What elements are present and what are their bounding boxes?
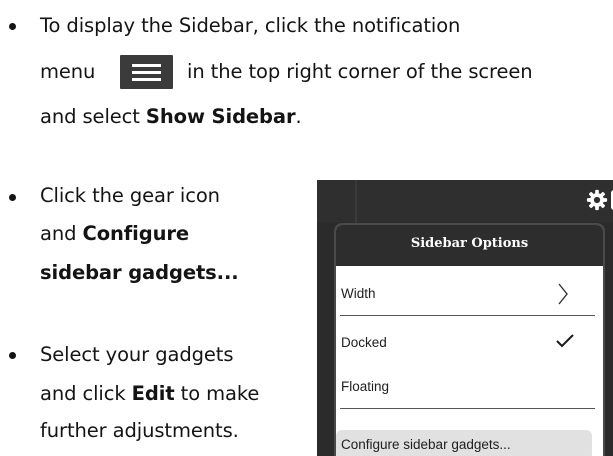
step-3-line-2: and click Edit to make	[40, 382, 260, 405]
sidebar-options-popup: Sidebar Options Width Docked Floating Co…	[334, 223, 605, 456]
hamburger-menu-icon	[120, 55, 173, 89]
option-width[interactable]: Width	[341, 286, 376, 301]
show-sidebar-text: Show Sidebar	[145, 105, 296, 128]
step-3-line-1: Select your gadgets	[40, 343, 234, 366]
edit-text: Edit	[131, 382, 175, 405]
configure-sidebar-gadgets-item[interactable]: Configure sidebar gadgets...	[336, 430, 592, 456]
checkmark-icon	[556, 334, 574, 348]
step-2-line-1: Click the gear icon	[40, 184, 220, 207]
step-3-line-3: further adjustments.	[40, 419, 239, 442]
step-1-line-1: To display the Sidebar, click the notifi…	[40, 14, 461, 37]
step-2-line-3: sidebar gadgets...	[40, 260, 239, 286]
bullet-step-1	[9, 23, 16, 30]
configure-text: Configure	[82, 222, 190, 245]
step-1-line-3: and select Show Sidebar.	[40, 105, 302, 128]
gear-icon[interactable]	[586, 189, 608, 211]
sidebar-options-screenshot: Sidebar Options Width Docked Floating Co…	[317, 180, 613, 456]
configure-sidebar-gadgets-label: Configure sidebar gadgets...	[341, 437, 511, 452]
bullet-step-3	[9, 352, 16, 359]
separator	[340, 315, 595, 316]
step-1-line-2b: in the top right corner of the screen	[187, 60, 533, 83]
bullet-step-2	[9, 194, 16, 201]
option-floating[interactable]: Floating	[341, 379, 389, 394]
sidebar-gadgets-text: sidebar gadgets...	[40, 261, 239, 284]
sidebar-topbar	[317, 180, 613, 222]
step-1-line-2a: menu	[40, 60, 96, 83]
step-2-line-2: and Configure	[40, 222, 190, 245]
popup-header: Sidebar Options	[336, 225, 603, 266]
chevron-right-icon	[558, 283, 568, 305]
popup-title: Sidebar Options	[410, 236, 529, 251]
separator	[340, 408, 595, 409]
option-docked[interactable]: Docked	[341, 335, 387, 350]
